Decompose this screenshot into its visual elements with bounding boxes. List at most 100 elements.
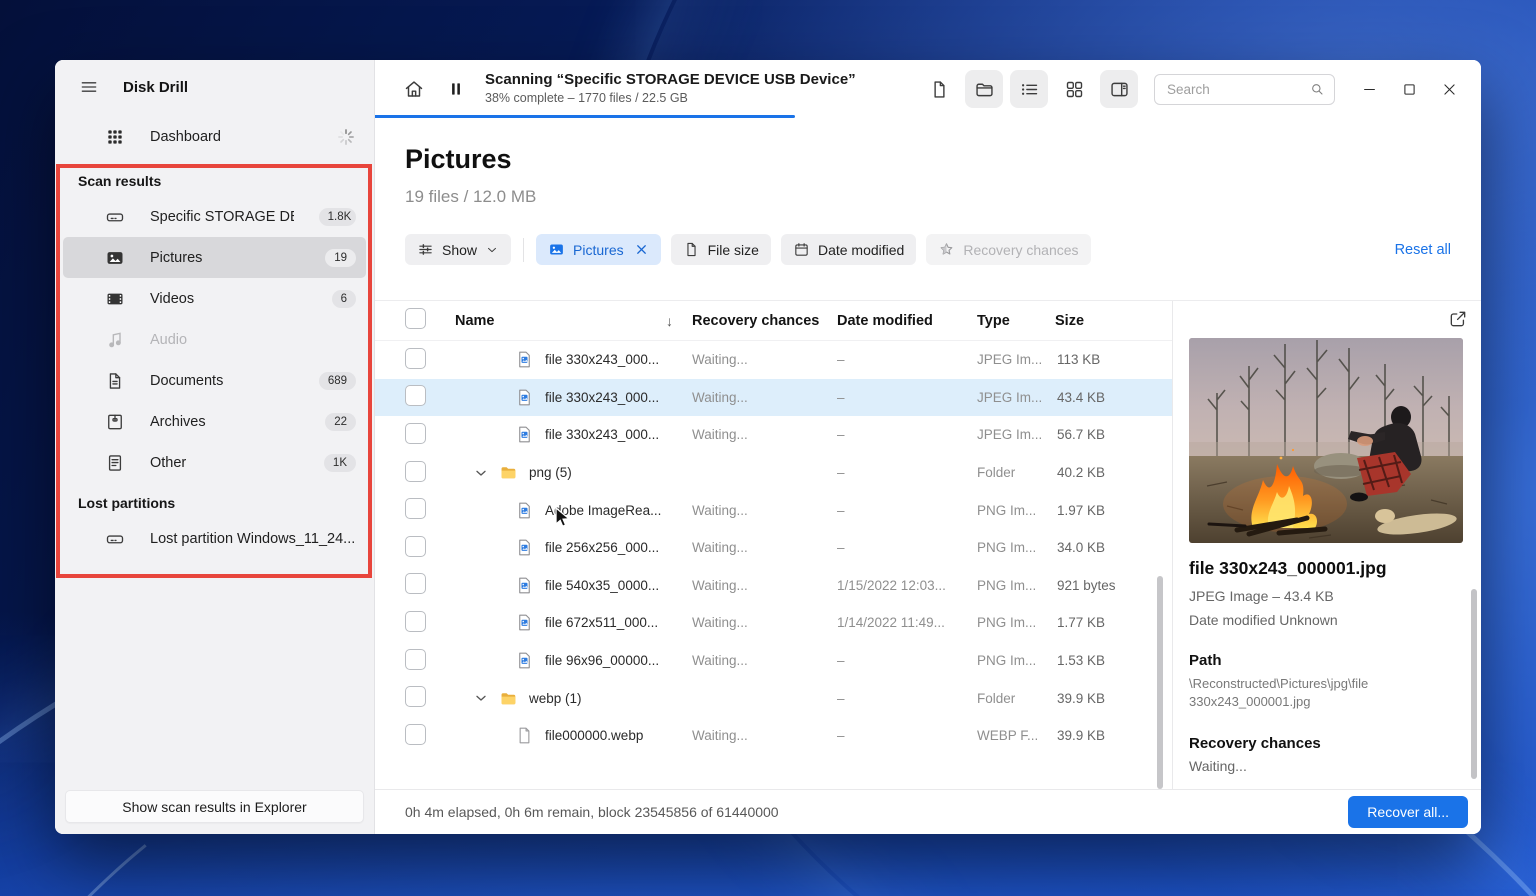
preview-pane-scrollbar[interactable]: [1471, 589, 1477, 779]
size-cell: 113 KB: [1057, 352, 1101, 368]
sidebar-item-label: Other: [150, 454, 187, 471]
file-row[interactable]: file 330x243_000... Waiting... – JPEG Im...…: [375, 416, 1172, 454]
sidebar-header: Disk Drill: [55, 60, 374, 114]
scan-results-section-label: Scan results: [78, 173, 162, 189]
column-header-date-modified[interactable]: Date modified: [832, 313, 972, 329]
open-preview-button[interactable]: [1448, 309, 1468, 329]
type-cell: PNG Im...: [977, 502, 1037, 518]
image-file-icon: [515, 576, 534, 595]
recovery-chances-cell: Waiting...: [692, 653, 748, 669]
page-title: Pictures: [405, 144, 512, 174]
column-header-type[interactable]: Type: [972, 313, 1050, 329]
image-file-icon: [515, 425, 534, 444]
column-header-recovery-chances[interactable]: Recovery chances: [687, 313, 832, 329]
file-list-scrollbar[interactable]: [1157, 576, 1163, 789]
window-controls: [1349, 70, 1469, 108]
recovery-chances-cell: Waiting...: [692, 427, 748, 443]
chevron-down-icon[interactable]: [473, 465, 489, 481]
file-row[interactable]: file 256x256_000... Waiting... – PNG Im... 3…: [375, 529, 1172, 567]
reset-all-link[interactable]: Reset all: [1395, 242, 1451, 258]
home-button[interactable]: [403, 78, 425, 100]
picture-icon: [105, 248, 125, 268]
sidebar-item-label: Archives: [150, 413, 206, 430]
sidebar-item-documents[interactable]: Documents 689: [63, 360, 366, 401]
scan-status-text: 0h 4m elapsed, 0h 6m remain, block 23545…: [405, 804, 779, 820]
file-row[interactable]: file 672x511_000... Waiting... 1/14/2022 1…: [375, 604, 1172, 642]
preview-filename: file 330x243_000001.jpg: [1189, 558, 1387, 578]
filter-chips: Pictures File size Date modified Recovery c…: [536, 234, 1091, 265]
name-cell: file 540x35_0000...: [437, 576, 687, 595]
file-row[interactable]: file 540x35_0000... Waiting... 1/15/2022 1…: [375, 567, 1172, 605]
image-file-icon: [515, 613, 534, 632]
show-scan-results-in-explorer-button[interactable]: Show scan results in Explorer: [65, 790, 364, 823]
file-row[interactable]: file 330x243_000... Waiting... – JPEG Im...…: [375, 341, 1172, 379]
grid-view-button[interactable]: [1055, 70, 1093, 108]
row-checkbox[interactable]: [405, 535, 426, 557]
chevron-down-icon[interactable]: [473, 690, 489, 706]
row-checkbox[interactable]: [405, 573, 426, 595]
image-file-icon: [515, 388, 534, 407]
file-row[interactable]: file000000.webp Waiting... – WEBP F... 39.9 …: [375, 717, 1172, 755]
image-file-icon: [515, 501, 534, 520]
sidebar-item-dashboard[interactable]: Dashboard: [63, 116, 366, 157]
sidebar-item-specific-storage-devi[interactable]: Specific STORAGE DEVI... 1.8K: [63, 196, 366, 237]
close-button[interactable]: [1429, 70, 1469, 108]
name-cell: file 330x243_000...: [437, 350, 687, 369]
name-cell: png (5): [437, 463, 687, 482]
pause-scan-button[interactable]: [447, 80, 465, 98]
row-checkbox[interactable]: [405, 347, 426, 369]
file-name: file 330x243_000...: [545, 352, 660, 368]
file-row[interactable]: Adobe ImageRea... Waiting... – PNG Im... 1.9…: [375, 491, 1172, 529]
file-row[interactable]: file 330x243_000... Waiting... – JPEG Im...…: [375, 378, 1172, 417]
scan-results-list: Specific STORAGE DEVI... 1.8K Pictures 19 Vi…: [55, 196, 374, 483]
row-checkbox[interactable]: [405, 686, 426, 708]
filter-chip-file-size[interactable]: File size: [670, 234, 771, 265]
file-row[interactable]: file 96x96_00000... Waiting... – PNG Im... 1…: [375, 642, 1172, 680]
sliders-icon: [417, 241, 434, 258]
sidebar-item-pictures[interactable]: Pictures 19: [63, 237, 366, 278]
row-checkbox[interactable]: [405, 610, 426, 632]
row-checkbox[interactable]: [405, 723, 426, 745]
row-checkbox[interactable]: [405, 498, 426, 520]
column-header-size[interactable]: Size: [1050, 313, 1162, 329]
search-input[interactable]: [1167, 81, 1309, 97]
row-checkbox[interactable]: [405, 422, 426, 444]
list-view-button[interactable]: [1010, 70, 1048, 108]
sidebar-item-other[interactable]: Other 1K: [63, 442, 366, 483]
row-checkbox[interactable]: [405, 385, 426, 407]
select-all-checkbox[interactable]: [405, 308, 426, 329]
remove-filter-icon[interactable]: [634, 242, 649, 257]
filter-chip-pictures[interactable]: Pictures: [536, 234, 661, 265]
filter-chip-date-modified[interactable]: Date modified: [780, 234, 917, 265]
minimize-button[interactable]: [1349, 70, 1389, 108]
search-box[interactable]: [1154, 73, 1335, 105]
content-area: Name ↓ Recovery chances Date modified Type Si…: [375, 300, 1481, 789]
scan-progress-bar: [375, 115, 796, 118]
folder-row[interactable]: webp (1) – Folder 39.9 KB: [375, 679, 1172, 717]
folder-row[interactable]: png (5) – Folder 40.2 KB: [375, 454, 1172, 492]
sidebar-item-audio[interactable]: Audio: [63, 319, 366, 360]
other-icon: [105, 453, 125, 473]
hamburger-menu-button[interactable]: [79, 77, 99, 97]
file-table-body: file 330x243_000... Waiting... – JPEG Im...…: [375, 341, 1172, 755]
sidebar-item-archives[interactable]: Archives 22: [63, 401, 366, 442]
folder-view-button[interactable]: [965, 70, 1003, 108]
show-filter-button[interactable]: Show: [405, 234, 512, 265]
star-icon: [938, 241, 955, 258]
column-header-name[interactable]: Name ↓: [437, 313, 687, 329]
sidebar-item-label: Dashboard: [150, 128, 221, 145]
file-view-button[interactable]: [920, 70, 958, 108]
date-modified-cell: –: [837, 502, 845, 518]
date-modified-cell: –: [837, 728, 845, 744]
row-checkbox[interactable]: [405, 460, 426, 482]
recover-all-button[interactable]: Recover all...: [1348, 796, 1468, 828]
maximize-button[interactable]: [1389, 70, 1429, 108]
file-name: file 256x256_000...: [545, 540, 660, 556]
filter-chip-recovery-chances[interactable]: Recovery chances: [926, 234, 1091, 265]
row-checkbox[interactable]: [405, 648, 426, 670]
file-icon: [929, 79, 950, 100]
sidebar-item-lost-partition[interactable]: Lost partition Windows_11_24...: [63, 518, 366, 559]
preview-panel-button[interactable]: [1100, 70, 1138, 108]
sidebar-item-videos[interactable]: Videos 6: [63, 278, 366, 319]
date-modified-cell: –: [837, 465, 845, 481]
